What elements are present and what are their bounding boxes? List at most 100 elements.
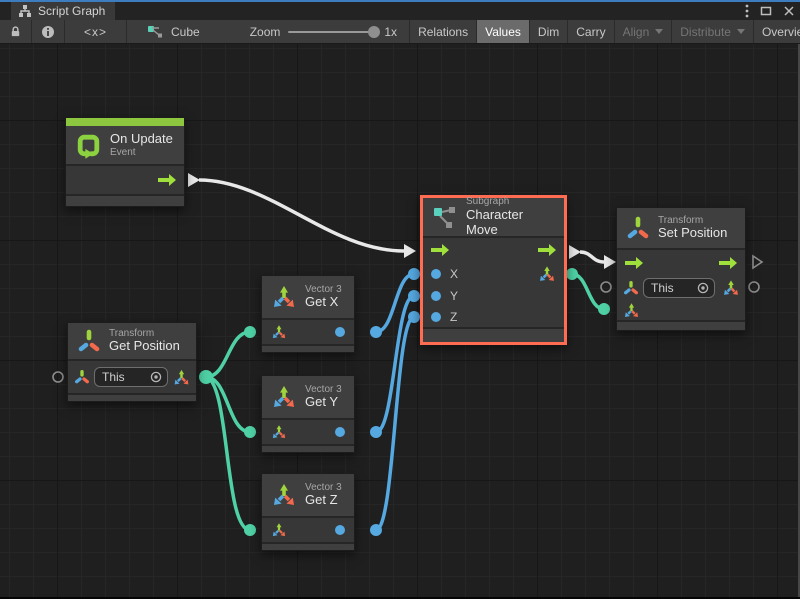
- edit-source-button[interactable]: <x>: [65, 20, 127, 43]
- vector3-icon: [271, 384, 297, 410]
- node-get-z-ports: [262, 518, 354, 542]
- node-character-move[interactable]: Subgraph Character Move X: [420, 195, 567, 345]
- control-input-port[interactable]: [624, 256, 644, 270]
- transform-icon: [77, 329, 101, 353]
- graph-toolbar: <x> Cube Zoom 1x Relations Values Dim Ca…: [0, 20, 800, 44]
- vector3-input-port-icon[interactable]: [623, 302, 640, 319]
- zoom-value: 1x: [384, 25, 397, 39]
- overview-button[interactable]: Overview: [754, 20, 800, 43]
- dim-button[interactable]: Dim: [530, 20, 568, 43]
- values-button[interactable]: Values: [477, 20, 530, 43]
- character-move-z-row: Z: [423, 306, 564, 327]
- node-get-x[interactable]: Vector 3 Get X: [261, 275, 355, 353]
- tab-script-graph[interactable]: Script Graph: [11, 2, 115, 20]
- port-label-z: Z: [450, 310, 457, 324]
- transform-port-icon[interactable]: [623, 280, 639, 296]
- node-footer: [262, 544, 354, 550]
- zoom-slider-handle[interactable]: [368, 26, 380, 38]
- float-output-port[interactable]: [335, 327, 345, 337]
- this-object-field[interactable]: This: [94, 367, 168, 387]
- float-output-port[interactable]: [335, 427, 345, 437]
- control-output-port[interactable]: [718, 256, 738, 270]
- distribute-button[interactable]: Distribute: [672, 20, 754, 43]
- node-on-update[interactable]: On Update Event: [65, 117, 185, 207]
- vector3-input-port-icon[interactable]: [271, 324, 287, 340]
- node-on-update-ports: [66, 166, 184, 194]
- tab-bar: Script Graph: [0, 2, 800, 20]
- vector3-icon: [271, 482, 297, 508]
- node-get-y[interactable]: Vector 3 Get Y: [261, 375, 355, 453]
- close-icon[interactable]: [783, 5, 795, 17]
- this-value: This: [102, 370, 144, 384]
- port-label-y: Y: [450, 289, 458, 303]
- node-footer: [262, 446, 354, 452]
- event-accent-bar: [66, 118, 184, 126]
- chevron-down-icon: [737, 29, 745, 34]
- chevron-down-icon: [655, 29, 663, 34]
- vector3-output-port-icon[interactable]: [722, 279, 740, 297]
- control-input-port[interactable]: [430, 243, 450, 257]
- node-get-position[interactable]: Transform Get Position This: [67, 322, 197, 402]
- float-output-port[interactable]: [335, 525, 345, 535]
- transform-port-icon[interactable]: [74, 369, 90, 385]
- subgraph-icon: [432, 204, 458, 230]
- graph-hierarchy-icon: [18, 4, 32, 18]
- node-character-move-header: Subgraph Character Move: [423, 198, 564, 236]
- lock-button[interactable]: [0, 20, 32, 43]
- subgraph-target-icon: [147, 24, 163, 40]
- window-controls: [745, 2, 795, 20]
- node-get-position-header: Transform Get Position: [68, 323, 196, 359]
- object-picker-icon[interactable]: [697, 282, 709, 294]
- node-title: Character Move: [466, 208, 555, 238]
- node-footer: [617, 322, 745, 330]
- control-output-port[interactable]: [157, 173, 177, 187]
- node-set-position[interactable]: Transform Set Position This: [616, 207, 746, 331]
- menu-icon[interactable]: [745, 4, 749, 18]
- vector3-icon: [271, 284, 297, 310]
- float-input-port-y[interactable]: [431, 291, 441, 301]
- node-get-position-ports: This: [68, 361, 196, 393]
- node-title: Get Z: [305, 493, 342, 508]
- node-get-z[interactable]: Vector 3 Get Z: [261, 473, 355, 551]
- set-position-target-row: This: [617, 276, 745, 300]
- align-label: Align: [623, 25, 650, 39]
- set-position-control-row: [617, 250, 745, 276]
- set-position-value-row: [617, 300, 745, 320]
- node-title: Get Position: [109, 339, 180, 354]
- carry-button[interactable]: Carry: [568, 20, 614, 43]
- overview-label: Overview: [762, 25, 800, 39]
- node-footer: [66, 196, 184, 206]
- vector3-output-port-icon[interactable]: [172, 368, 191, 387]
- node-on-update-header: On Update Event: [66, 126, 184, 164]
- node-get-y-ports: [262, 420, 354, 444]
- values-label: Values: [485, 25, 521, 39]
- relations-button[interactable]: Relations: [410, 20, 477, 43]
- maximize-icon[interactable]: [760, 5, 772, 17]
- distribute-label: Distribute: [680, 25, 731, 39]
- lock-icon: [9, 25, 22, 38]
- dim-label: Dim: [538, 25, 559, 39]
- node-get-x-ports: [262, 320, 354, 344]
- float-input-port-z[interactable]: [431, 312, 441, 322]
- align-button[interactable]: Align: [615, 20, 673, 43]
- node-type-label: Event: [110, 147, 173, 159]
- vector3-input-port-icon[interactable]: [271, 522, 287, 538]
- vector3-output-port-icon[interactable]: [538, 265, 556, 283]
- node-footer: [68, 395, 196, 401]
- node-title: Get Y: [305, 395, 342, 410]
- tab-title: Script Graph: [38, 4, 105, 18]
- this-object-field[interactable]: This: [643, 278, 715, 298]
- vector3-input-port-icon[interactable]: [271, 424, 287, 440]
- float-input-port-x[interactable]: [431, 269, 441, 279]
- object-picker-icon[interactable]: [150, 371, 162, 383]
- zoom-slider[interactable]: [288, 31, 376, 33]
- control-output-port[interactable]: [537, 243, 557, 257]
- node-get-y-header: Vector 3 Get Y: [262, 376, 354, 418]
- inspect-button[interactable]: [32, 20, 65, 43]
- zoom-label: Zoom: [250, 25, 281, 39]
- node-set-position-header: Transform Set Position: [617, 208, 745, 248]
- character-move-y-row: Y: [423, 285, 564, 306]
- character-move-x-row: X: [423, 262, 564, 285]
- transform-icon: [626, 216, 650, 240]
- zoom-controls: Cube Zoom 1x: [127, 20, 410, 43]
